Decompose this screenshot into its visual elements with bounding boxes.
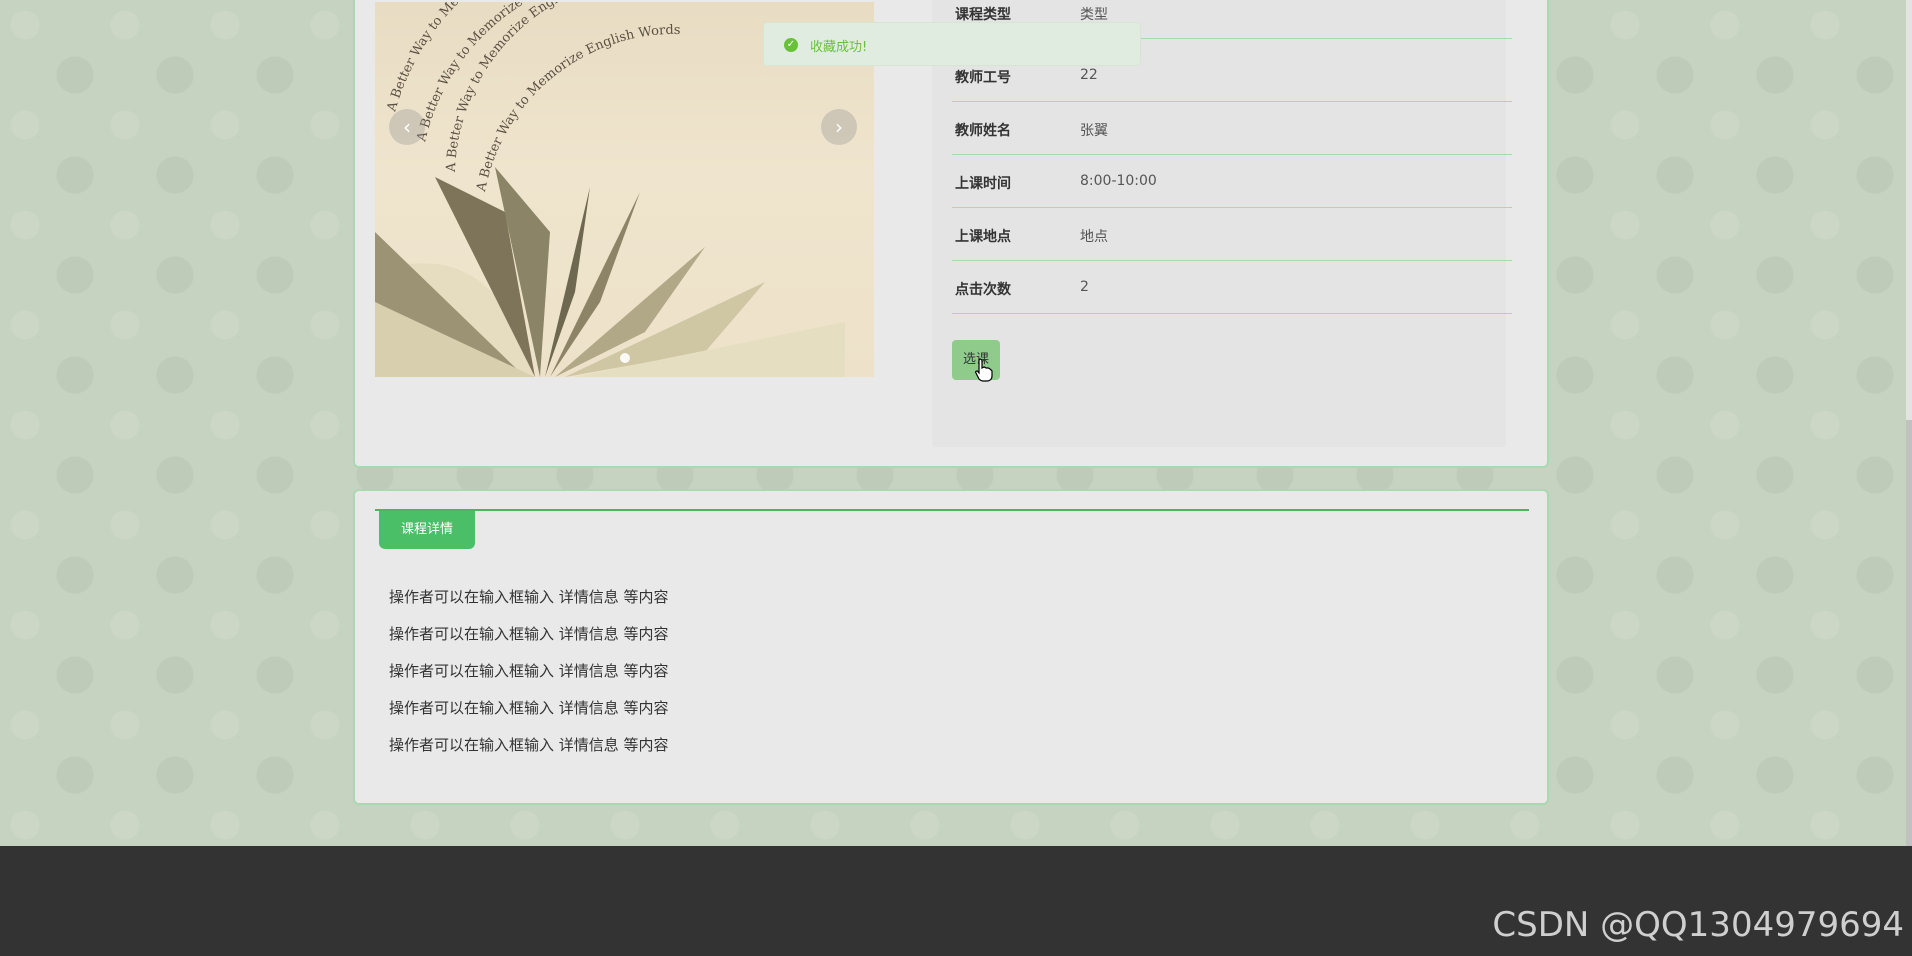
info-label: 教师姓名 <box>955 123 1011 139</box>
toast-message: 收藏成功! <box>810 40 868 55</box>
carousel-prev-button[interactable]: ‹ <box>389 109 425 145</box>
carousel-next-button[interactable]: › <box>821 109 857 145</box>
success-toast: ✓ 收藏成功! <box>763 22 1141 66</box>
info-row-teacher-name: 教师姓名 张翼 <box>952 102 1512 155</box>
scrollbar-thumb[interactable] <box>1906 420 1912 846</box>
info-value: 2 <box>1080 279 1089 295</box>
watermark: CSDN @QQ1304979694 <box>1492 905 1904 945</box>
info-value: 8:00-10:00 <box>1080 173 1157 189</box>
carousel-indicators <box>375 348 874 367</box>
info-label: 课程类型 <box>955 7 1011 23</box>
info-label: 教师工号 <box>955 70 1011 86</box>
detail-line: 操作者可以在输入框输入 详情信息 等内容 <box>389 662 669 680</box>
tab-underline <box>375 509 1529 511</box>
scrollbar[interactable] <box>1906 0 1912 846</box>
info-label: 上课时间 <box>955 176 1011 192</box>
course-detail-panel: 课程详情 操作者可以在输入框输入 详情信息 等内容 操作者可以在输入框输入 详情… <box>353 489 1549 805</box>
detail-line: 操作者可以在输入框输入 详情信息 等内容 <box>389 588 669 606</box>
check-circle-icon: ✓ <box>784 38 798 52</box>
info-row-click-count: 点击次数 2 <box>952 261 1512 314</box>
detail-content: 操作者可以在输入框输入 详情信息 等内容 操作者可以在输入框输入 详情信息 等内… <box>389 586 669 771</box>
info-value: 22 <box>1080 67 1098 83</box>
info-value: 类型 <box>1080 7 1108 23</box>
info-row-class-time: 上课时间 8:00-10:00 <box>952 155 1512 208</box>
carousel-dot[interactable] <box>619 353 630 363</box>
detail-line: 操作者可以在输入框输入 详情信息 等内容 <box>389 699 669 717</box>
info-value: 张翼 <box>1080 123 1108 139</box>
info-label: 点击次数 <box>955 282 1011 298</box>
detail-line: 操作者可以在输入框输入 详情信息 等内容 <box>389 736 669 754</box>
chevron-left-icon: ‹ <box>403 115 411 139</box>
info-value: 地点 <box>1080 229 1108 245</box>
hand-cursor-icon <box>975 358 993 382</box>
chevron-right-icon: › <box>835 115 843 139</box>
tab-course-detail[interactable]: 课程详情 <box>379 511 475 549</box>
info-row-class-location: 上课地点 地点 <box>952 208 1512 261</box>
course-info-box: 课程类型 类型 教师工号 22 教师姓名 张翼 上课时间 8:00-10:00 … <box>932 0 1512 447</box>
course-info-panel: A Better Way to Memorize English Words A… <box>353 0 1549 468</box>
detail-line: 操作者可以在输入框输入 详情信息 等内容 <box>389 625 669 643</box>
info-label: 上课地点 <box>955 229 1011 245</box>
